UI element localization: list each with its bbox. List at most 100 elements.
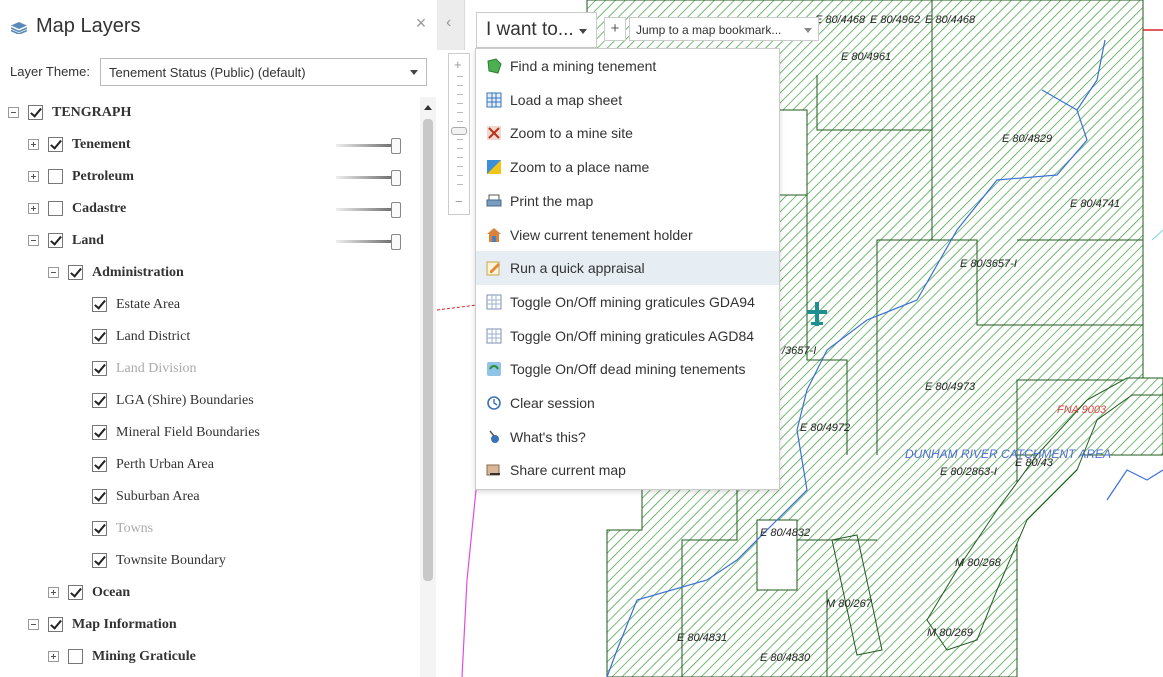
menu-item[interactable]: Clear session xyxy=(476,386,779,420)
expand-icon[interactable] xyxy=(28,139,39,150)
layer-tree-scrollbar[interactable] xyxy=(420,97,436,677)
menu-item[interactable]: Find a mining tenement xyxy=(476,49,779,83)
layer-checkbox[interactable] xyxy=(48,617,63,632)
layer-checkbox[interactable] xyxy=(48,201,63,216)
layer-row[interactable]: Administration xyxy=(0,257,420,289)
layer-row[interactable]: Cadastre xyxy=(0,193,420,225)
share-map-icon xyxy=(486,464,500,476)
layer-checkbox[interactable] xyxy=(92,393,107,408)
layer-checkbox[interactable] xyxy=(92,425,107,440)
map-label: /3657-I xyxy=(782,345,817,357)
menu-item[interactable]: Share current map xyxy=(476,453,779,487)
menu-item[interactable]: Run a quick appraisal xyxy=(476,251,779,286)
expand-icon[interactable] xyxy=(28,203,39,214)
layer-row[interactable]: Perth Urban Area xyxy=(0,449,420,481)
collapse-icon[interactable] xyxy=(28,619,39,630)
slider-thumb[interactable] xyxy=(391,202,401,218)
layer-checkbox[interactable] xyxy=(92,457,107,472)
zoom-out-button[interactable]: − xyxy=(455,194,463,209)
slider-thumb[interactable] xyxy=(391,138,401,154)
chevron-down-icon xyxy=(410,70,418,75)
menu-item[interactable]: Toggle On/Off mining graticules GDA94 xyxy=(476,285,779,319)
layer-label: Ocean xyxy=(92,585,131,600)
layer-row[interactable]: Land Division xyxy=(0,353,420,385)
layer-row[interactable]: Petroleum xyxy=(0,161,420,193)
layer-label: TENGRAPH xyxy=(52,105,132,120)
layer-checkbox[interactable] xyxy=(92,489,107,504)
zoom-slider-thumb[interactable] xyxy=(451,127,467,135)
menu-item[interactable]: What's this? xyxy=(476,420,779,454)
menu-item[interactable]: Zoom to a mine site xyxy=(476,116,779,150)
layer-label: Land District xyxy=(116,329,191,344)
layer-row[interactable]: TENGRAPH xyxy=(0,97,420,129)
layer-checkbox[interactable] xyxy=(92,297,107,312)
layer-tree: TENGRAPH Tenement Petroleum Cadastre Land Adm… xyxy=(0,97,420,677)
layer-checkbox[interactable] xyxy=(92,329,107,344)
layer-theme-select[interactable]: Tenement Status (Public) (default) xyxy=(100,58,427,86)
opacity-slider[interactable] xyxy=(336,202,402,218)
map-label: E 80/4961 xyxy=(841,51,892,63)
opacity-slider[interactable] xyxy=(336,170,402,186)
layer-row[interactable]: Mining Graticule xyxy=(0,641,420,673)
layer-checkbox[interactable] xyxy=(48,169,63,184)
layer-checkbox[interactable] xyxy=(68,585,83,600)
menu-item[interactable]: View current tenement holder xyxy=(476,218,779,252)
layer-checkbox[interactable] xyxy=(92,361,107,376)
slider-track[interactable] xyxy=(336,176,396,179)
layer-row[interactable]: Land District xyxy=(0,321,420,353)
i-want-to-button[interactable]: I want to... xyxy=(476,12,597,48)
menu-item-label: Share current map xyxy=(510,462,626,479)
layer-row[interactable]: Map Information xyxy=(0,609,420,641)
layer-row[interactable]: Towns xyxy=(0,513,420,545)
layer-row[interactable]: Suburban Area xyxy=(0,481,420,513)
layer-row[interactable]: Mineral Field Boundaries xyxy=(0,417,420,449)
layer-label: LGA (Shire) Boundaries xyxy=(116,393,254,408)
layer-row[interactable]: Estate Area xyxy=(0,289,420,321)
chevron-left-icon: ‹ xyxy=(446,14,452,31)
menu-item-label: Toggle On/Off mining graticules AGD84 xyxy=(510,327,755,344)
menu-item[interactable]: Zoom to a place name xyxy=(476,150,779,184)
layer-checkbox[interactable] xyxy=(28,105,43,120)
scroll-up-arrow-icon[interactable] xyxy=(424,105,432,110)
add-bookmark-button[interactable]: + xyxy=(604,17,626,41)
layer-checkbox[interactable] xyxy=(92,553,107,568)
collapse-icon[interactable] xyxy=(28,235,39,246)
layer-checkbox[interactable] xyxy=(68,649,83,664)
opacity-slider[interactable] xyxy=(336,138,402,154)
layer-checkbox[interactable] xyxy=(48,233,63,248)
opacity-slider[interactable] xyxy=(336,234,402,250)
scrollbar-thumb[interactable] xyxy=(423,119,433,581)
layer-row[interactable]: Ocean xyxy=(0,577,420,609)
layer-row[interactable]: Townsite Boundary xyxy=(0,545,420,577)
menu-item[interactable]: Print the map xyxy=(476,184,779,218)
map-label: E 80/4973 xyxy=(925,381,976,393)
menu-item[interactable]: Toggle On/Off dead mining tenements xyxy=(476,352,779,386)
close-panel-button[interactable]: × xyxy=(411,13,431,34)
layer-checkbox[interactable] xyxy=(48,137,63,152)
menu-item[interactable]: Load a map sheet xyxy=(476,83,779,117)
layer-checkbox[interactable] xyxy=(68,265,83,280)
bookmark-select[interactable]: Jump to a map bookmark... xyxy=(629,17,819,41)
expand-icon[interactable] xyxy=(28,171,39,182)
layer-checkbox[interactable] xyxy=(92,521,107,536)
zoom-slider-control[interactable]: + − xyxy=(448,53,470,215)
zoom-in-button[interactable]: + xyxy=(454,57,462,72)
collapse-icon[interactable] xyxy=(8,107,19,118)
map-label: FNA 9003 xyxy=(1057,404,1107,416)
menu-item-label: Toggle On/Off mining graticules GDA94 xyxy=(510,293,755,310)
layers-stack-icon xyxy=(11,22,27,34)
slider-track[interactable] xyxy=(336,240,396,243)
slider-track[interactable] xyxy=(336,208,396,211)
layer-row[interactable]: LGA (Shire) Boundaries xyxy=(0,385,420,417)
menu-item[interactable]: Toggle On/Off mining graticules AGD84 xyxy=(476,319,779,353)
slider-track[interactable] xyxy=(336,144,396,147)
expand-icon[interactable] xyxy=(48,651,59,662)
collapse-panel-tab[interactable]: ‹ xyxy=(437,0,465,50)
layer-label: Mineral Field Boundaries xyxy=(116,425,260,440)
expand-icon[interactable] xyxy=(48,587,59,598)
slider-thumb[interactable] xyxy=(391,234,401,250)
slider-thumb[interactable] xyxy=(391,170,401,186)
collapse-icon[interactable] xyxy=(48,267,59,278)
layer-row[interactable]: Land xyxy=(0,225,420,257)
layer-row[interactable]: Tenement xyxy=(0,129,420,161)
